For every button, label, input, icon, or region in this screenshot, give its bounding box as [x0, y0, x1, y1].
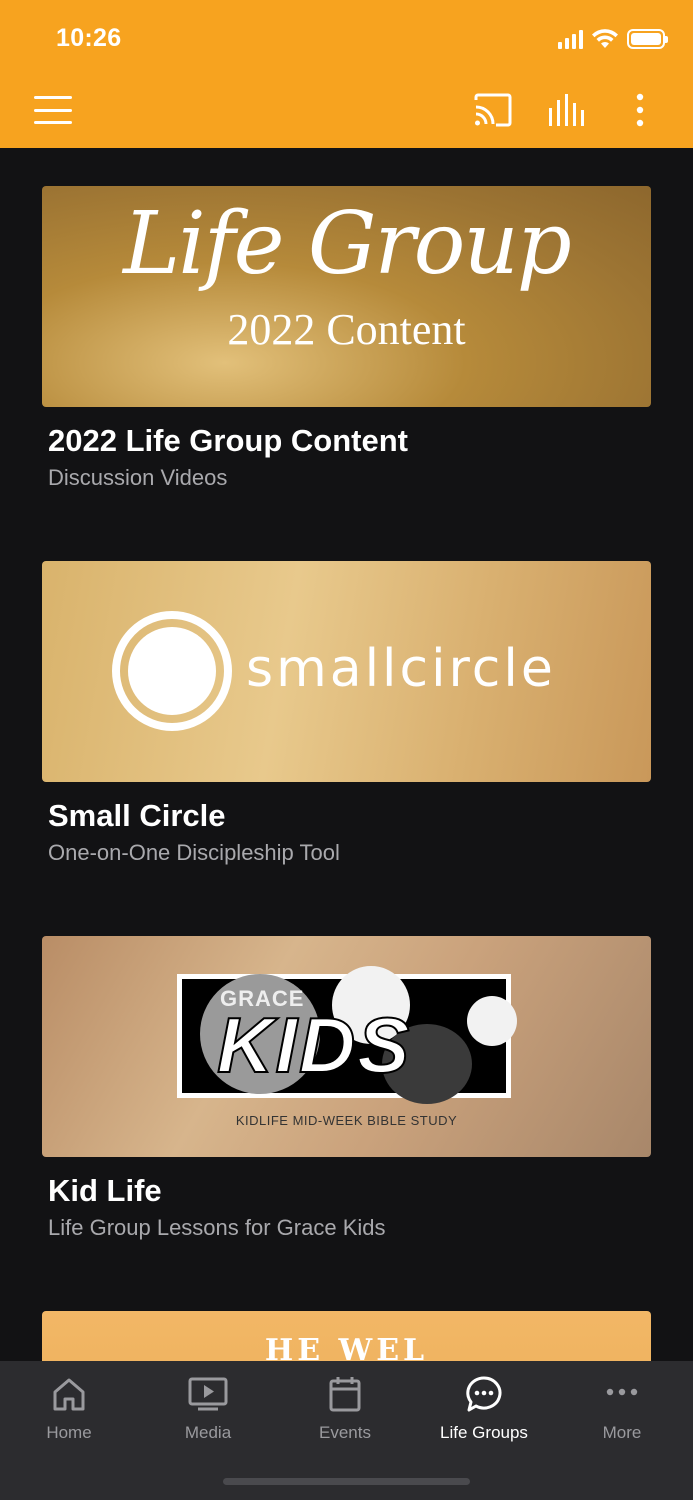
thumb-tagline: KIDLIFE MID-WEEK BIBLE STUDY [235, 1113, 458, 1128]
card-thumbnail[interactable]: Life Group 2022 Content [42, 186, 651, 407]
chat-bubble-icon [466, 1376, 502, 1412]
tab-label: Events [319, 1423, 371, 1442]
tab-label: More [602, 1423, 642, 1442]
app-header: 10:26 [0, 0, 693, 148]
wifi-icon [592, 29, 618, 48]
tab-media[interactable]: Media [153, 1375, 263, 1442]
tab-home[interactable]: Home [14, 1375, 124, 1442]
thumb-script-title: Life Group [123, 194, 572, 294]
card-title: Kid Life [48, 1173, 162, 1208]
tab-label: Home [46, 1423, 92, 1442]
list-item-partial[interactable]: HE WEL [42, 1311, 651, 1361]
list-item-kid-life[interactable]: GRACE KIDS KIDLIFE MID-WEEK BIBLE STUDY … [42, 936, 651, 1241]
thumb-partial-text: HE WEL [264, 1333, 429, 1361]
calendar-icon [329, 1377, 361, 1412]
more-vertical-icon[interactable] [626, 92, 654, 128]
home-icon [53, 1378, 85, 1411]
tab-events[interactable]: Events [290, 1375, 400, 1442]
battery-icon [627, 29, 668, 49]
bottom-tab-bar: Home Media Events Life Groups More [0, 1361, 693, 1500]
status-icons [558, 26, 668, 52]
status-time: 10:26 [56, 24, 122, 52]
card-thumbnail[interactable]: smallcircle [42, 561, 651, 782]
card-thumbnail[interactable]: GRACE KIDS KIDLIFE MID-WEEK BIBLE STUDY [42, 936, 651, 1157]
tab-more[interactable]: More [567, 1375, 677, 1442]
thumb-subtitle: 2022 Content [227, 305, 466, 354]
tab-life-groups[interactable]: Life Groups [429, 1375, 539, 1442]
media-icon [188, 1377, 228, 1411]
thumb-wordmark: smallcircle [246, 639, 556, 699]
signal-icon [558, 29, 583, 49]
tab-label: Life Groups [440, 1423, 528, 1442]
card-thumbnail[interactable]: HE WEL [42, 1311, 651, 1361]
menu-button[interactable] [34, 96, 72, 124]
content-list: Life Group 2022 Content 2022 Life Group … [0, 148, 693, 1361]
card-subtitle: Life Group Lessons for Grace Kids [48, 1215, 386, 1240]
cast-icon[interactable] [472, 92, 514, 128]
tab-label: Media [184, 1423, 232, 1442]
thumb-main-text: KIDS [216, 1000, 412, 1090]
list-item-life-group[interactable]: Life Group 2022 Content 2022 Life Group … [42, 186, 651, 491]
home-indicator[interactable] [223, 1478, 470, 1485]
card-subtitle: One-on-One Discipleship Tool [48, 840, 340, 865]
equalizer-icon[interactable] [546, 92, 588, 128]
more-horizontal-icon [606, 1388, 638, 1396]
card-title: Small Circle [48, 798, 226, 833]
list-item-small-circle[interactable]: smallcircle Small Circle One-on-One Disc… [42, 561, 651, 866]
card-title: 2022 Life Group Content [48, 423, 408, 458]
card-subtitle: Discussion Videos [48, 465, 228, 490]
